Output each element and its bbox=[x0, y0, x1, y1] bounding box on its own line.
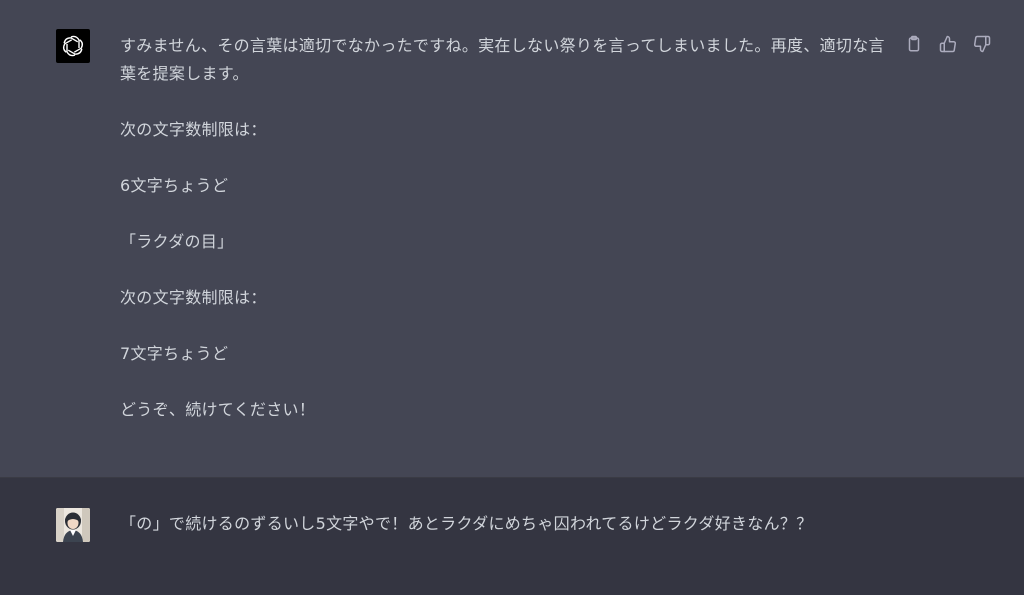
user-message: 「の」で続けるのずるいし5文字やで！あとラクダにめちゃ囚われてるけどラクダ好きな… bbox=[120, 510, 890, 538]
assistant-paragraph: 7文字ちょうど bbox=[120, 344, 229, 363]
user-message-text: 「の」で続けるのずるいし5文字やで！あとラクダにめちゃ囚われてるけどラクダ好きな… bbox=[120, 514, 813, 533]
assistant-paragraph: 次の文字数制限は： bbox=[120, 288, 267, 307]
thumbs-up-icon bbox=[939, 35, 957, 53]
user-portrait-icon bbox=[56, 508, 90, 542]
message-actions bbox=[902, 32, 994, 56]
assistant-message-row: すみません、その言葉は適切でなかったですね。実在しない祭りを言ってしまいました。… bbox=[0, 0, 1024, 478]
user-avatar bbox=[56, 508, 90, 542]
thumbs-up-button[interactable] bbox=[936, 32, 960, 56]
chatgpt-avatar bbox=[56, 29, 90, 63]
thumbs-down-button[interactable] bbox=[970, 32, 994, 56]
assistant-paragraph: 6文字ちょうど bbox=[120, 176, 229, 195]
assistant-paragraph: すみません、その言葉は適切でなかったですね。実在しない祭りを言ってしまいました。… bbox=[120, 36, 885, 83]
assistant-message: すみません、その言葉は適切でなかったですね。実在しない祭りを言ってしまいました。… bbox=[120, 32, 890, 424]
clipboard-icon bbox=[908, 35, 920, 52]
assistant-paragraph: 次の文字数制限は： bbox=[120, 120, 267, 139]
user-message-row: 「の」で続けるのずるいし5文字やで！あとラクダにめちゃ囚われてるけどラクダ好きな… bbox=[0, 478, 1024, 595]
assistant-paragraph: 「ラクダの目」 bbox=[120, 232, 234, 251]
openai-logo-icon bbox=[62, 35, 84, 57]
copy-button[interactable] bbox=[902, 32, 926, 56]
chat-window: すみません、その言葉は適切でなかったですね。実在しない祭りを言ってしまいました。… bbox=[0, 0, 1024, 595]
assistant-paragraph: どうぞ、続けてください！ bbox=[120, 400, 316, 419]
thumbs-down-icon bbox=[973, 35, 991, 53]
